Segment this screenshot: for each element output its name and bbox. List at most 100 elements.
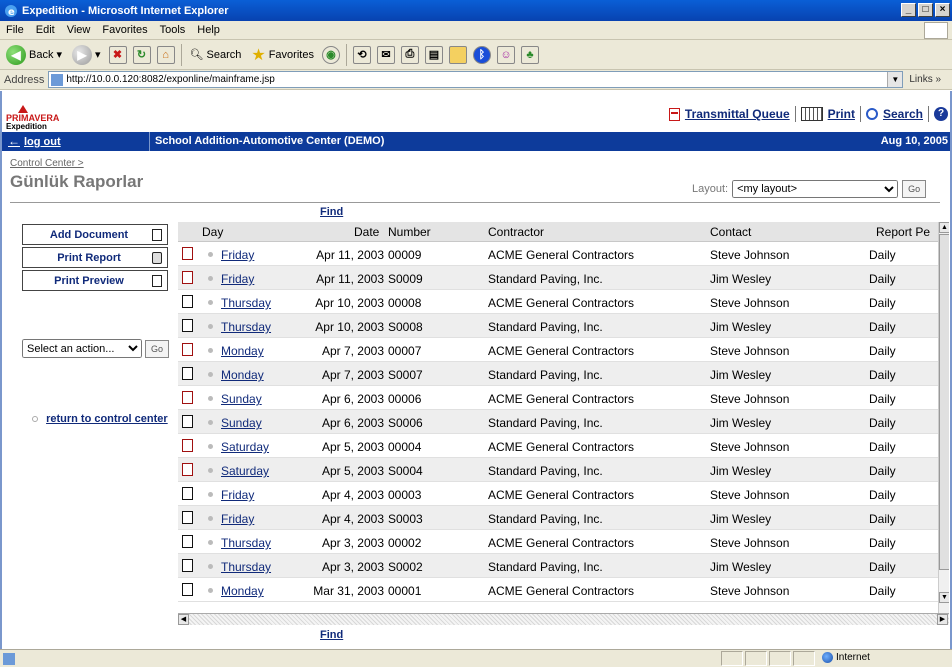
logout-link[interactable]: ← log out: [8, 134, 61, 148]
stop-icon[interactable]: ✖: [108, 45, 127, 64]
report-red-icon[interactable]: [182, 343, 193, 356]
column-number[interactable]: Number: [388, 225, 431, 239]
find-link-bottom[interactable]: Find: [320, 629, 343, 641]
find-link-top[interactable]: Find: [320, 206, 343, 218]
report-edit-icon[interactable]: [182, 559, 193, 572]
layout-select[interactable]: <my layout>: [732, 180, 899, 198]
menu-favorites[interactable]: Favorites: [102, 24, 147, 36]
scroll-down-icon[interactable]: ▼: [939, 592, 949, 603]
search-button[interactable]: 🔍︎ Search: [188, 43, 244, 67]
help-icon[interactable]: ?: [934, 107, 948, 121]
column-date[interactable]: Date: [354, 225, 379, 239]
close-button[interactable]: ×: [935, 3, 950, 17]
mail-icon[interactable]: ✉: [376, 45, 395, 64]
row-day-link[interactable]: Thursday: [221, 296, 271, 310]
home-icon[interactable]: ⌂: [156, 45, 175, 64]
menu-view[interactable]: View: [67, 24, 91, 36]
row-day-link[interactable]: Sunday: [221, 416, 262, 430]
minimize-button[interactable]: _: [901, 3, 916, 17]
people-icon[interactable]: ♣: [520, 45, 539, 64]
row-day-link[interactable]: Thursday: [221, 536, 271, 550]
report-red-icon[interactable]: [182, 271, 193, 284]
column-contractor[interactable]: Contractor: [488, 225, 544, 239]
add-document-button[interactable]: Add Document: [22, 224, 168, 245]
scroll-up-icon[interactable]: ▲: [939, 222, 949, 233]
maximize-button[interactable]: □: [918, 3, 933, 17]
menu-file[interactable]: File: [6, 24, 24, 36]
print-preview-button[interactable]: Print Preview: [22, 270, 168, 291]
report-edit-icon[interactable]: [182, 415, 193, 428]
report-edit-icon[interactable]: [182, 583, 193, 596]
row-day-link[interactable]: Saturday: [221, 440, 269, 454]
table-row[interactable]: Thursday Apr 3, 2003 S0002 Standard Paving,…: [178, 554, 938, 578]
action-go-button[interactable]: Go: [145, 339, 169, 358]
table-row[interactable]: Sunday Apr 6, 2003 00006 ACME General Contr…: [178, 386, 938, 410]
column-contact[interactable]: Contact: [710, 225, 751, 239]
table-row[interactable]: Thursday Apr 10, 2003 S0008 Standard Paving…: [178, 314, 938, 338]
history-icon[interactable]: ⟲: [352, 45, 371, 64]
messenger-icon[interactable]: ☺: [496, 45, 515, 64]
media-icon[interactable]: ◉: [321, 45, 340, 64]
column-report-period[interactable]: Report Pe: [876, 225, 930, 239]
row-day-link[interactable]: Thursday: [221, 320, 271, 334]
report-edit-icon[interactable]: [182, 319, 193, 332]
return-to-control-center-link[interactable]: return to control center: [46, 413, 168, 425]
links-button[interactable]: Links »: [909, 74, 941, 85]
table-row[interactable]: Saturday Apr 5, 2003 S0004 Standard Paving,…: [178, 458, 938, 482]
bluetooth-icon[interactable]: ᛒ: [472, 45, 491, 64]
menu-edit[interactable]: Edit: [36, 24, 55, 36]
row-day-link[interactable]: Thursday: [221, 560, 271, 574]
table-row[interactable]: Monday Mar 31, 2003 00001 ACME General Cont…: [178, 578, 938, 602]
report-edit-icon[interactable]: [182, 295, 193, 308]
print-icon[interactable]: ⎙: [400, 45, 419, 64]
refresh-icon[interactable]: ↻: [132, 45, 151, 64]
table-row[interactable]: Thursday Apr 3, 2003 00002 ACME General Con…: [178, 530, 938, 554]
table-row[interactable]: Friday Apr 4, 2003 S0003 Standard Paving, I…: [178, 506, 938, 530]
folder-icon[interactable]: [448, 45, 467, 64]
row-day-link[interactable]: Friday: [221, 512, 254, 526]
scroll-left-icon[interactable]: ◀: [178, 614, 189, 625]
edit-icon[interactable]: ▤: [424, 45, 443, 64]
print-link[interactable]: Print: [828, 107, 855, 121]
table-row[interactable]: Thursday Apr 10, 2003 00008 ACME General Co…: [178, 290, 938, 314]
row-day-link[interactable]: Monday: [221, 368, 264, 382]
favorites-button[interactable]: ★ Favorites: [249, 43, 316, 67]
chevron-down-icon[interactable]: ▼: [887, 72, 903, 87]
breadcrumb[interactable]: Control Center >: [10, 158, 84, 169]
address-input[interactable]: http://10.0.0.120:8082/exponline/mainfra…: [48, 71, 904, 88]
vertical-scrollbar[interactable]: ▲ ▼: [938, 222, 949, 617]
row-day-link[interactable]: Friday: [221, 248, 254, 262]
column-day[interactable]: Day: [202, 225, 223, 239]
row-day-link[interactable]: Saturday: [221, 464, 269, 478]
layout-go-button[interactable]: Go: [902, 180, 927, 198]
row-day-link[interactable]: Monday: [221, 584, 264, 598]
menu-tools[interactable]: Tools: [160, 24, 186, 36]
report-edit-icon[interactable]: [182, 511, 193, 524]
report-edit-icon[interactable]: [182, 367, 193, 380]
row-day-link[interactable]: Friday: [221, 488, 254, 502]
report-red-icon[interactable]: [182, 247, 193, 260]
action-select[interactable]: Select an action...: [22, 339, 142, 358]
horizontal-scrollbar[interactable]: ◀ ▶: [178, 613, 949, 625]
transmittal-queue-link[interactable]: Transmittal Queue: [685, 107, 790, 121]
scroll-thumb[interactable]: [939, 234, 949, 570]
report-red-icon[interactable]: [182, 463, 193, 476]
table-row[interactable]: Saturday Apr 5, 2003 00004 ACME General Con…: [178, 434, 938, 458]
report-edit-icon[interactable]: [182, 535, 193, 548]
table-row[interactable]: Friday Apr 11, 2003 00009 ACME General Cont…: [178, 242, 938, 266]
report-red-icon[interactable]: [182, 439, 193, 452]
row-day-link[interactable]: Sunday: [221, 392, 262, 406]
back-button[interactable]: ◀ Back ▾: [4, 43, 64, 67]
table-row[interactable]: Monday Apr 7, 2003 00007 ACME General Contr…: [178, 338, 938, 362]
print-report-button[interactable]: Print Report: [22, 247, 168, 268]
search-link[interactable]: Search: [883, 107, 923, 121]
table-row[interactable]: Friday Apr 4, 2003 00003 ACME General Contr…: [178, 482, 938, 506]
menu-help[interactable]: Help: [197, 24, 220, 36]
row-day-link[interactable]: Monday: [221, 344, 264, 358]
table-row[interactable]: Monday Apr 7, 2003 S0007 Standard Paving, I…: [178, 362, 938, 386]
scroll-right-icon[interactable]: ▶: [937, 614, 948, 625]
report-red-icon[interactable]: [182, 391, 193, 404]
report-edit-icon[interactable]: [182, 487, 193, 500]
table-row[interactable]: Sunday Apr 6, 2003 S0006 Standard Paving, I…: [178, 410, 938, 434]
row-day-link[interactable]: Friday: [221, 272, 254, 286]
